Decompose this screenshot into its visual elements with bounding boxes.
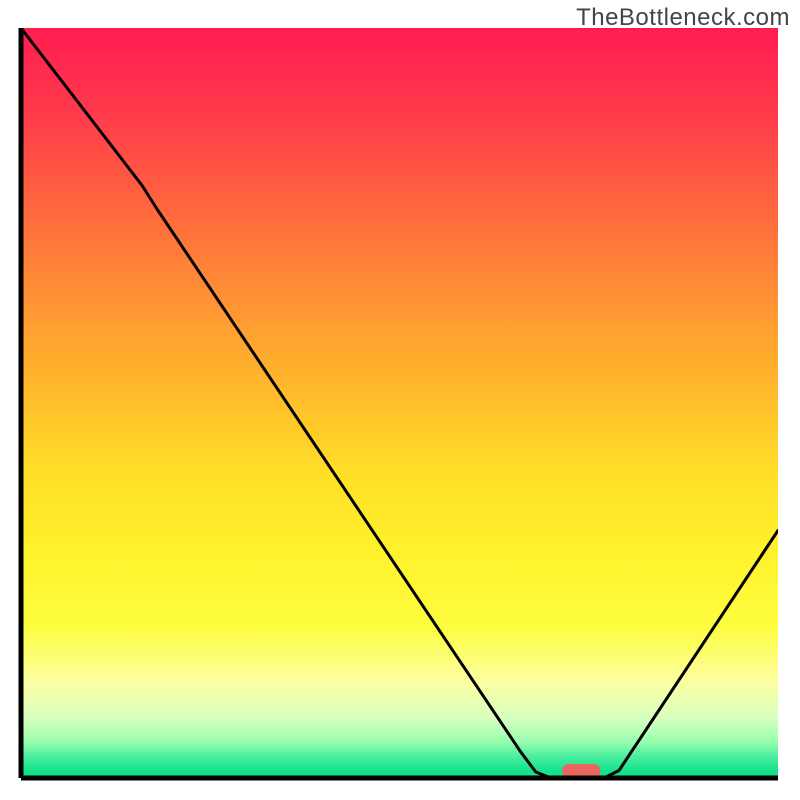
chart-svg	[21, 28, 778, 778]
watermark-text: TheBottleneck.com	[576, 4, 790, 32]
plot-gradient-background	[21, 28, 778, 778]
bottleneck-curve	[21, 28, 778, 778]
chart-container: TheBottleneck.com	[0, 0, 800, 800]
optimal-marker	[562, 764, 600, 778]
